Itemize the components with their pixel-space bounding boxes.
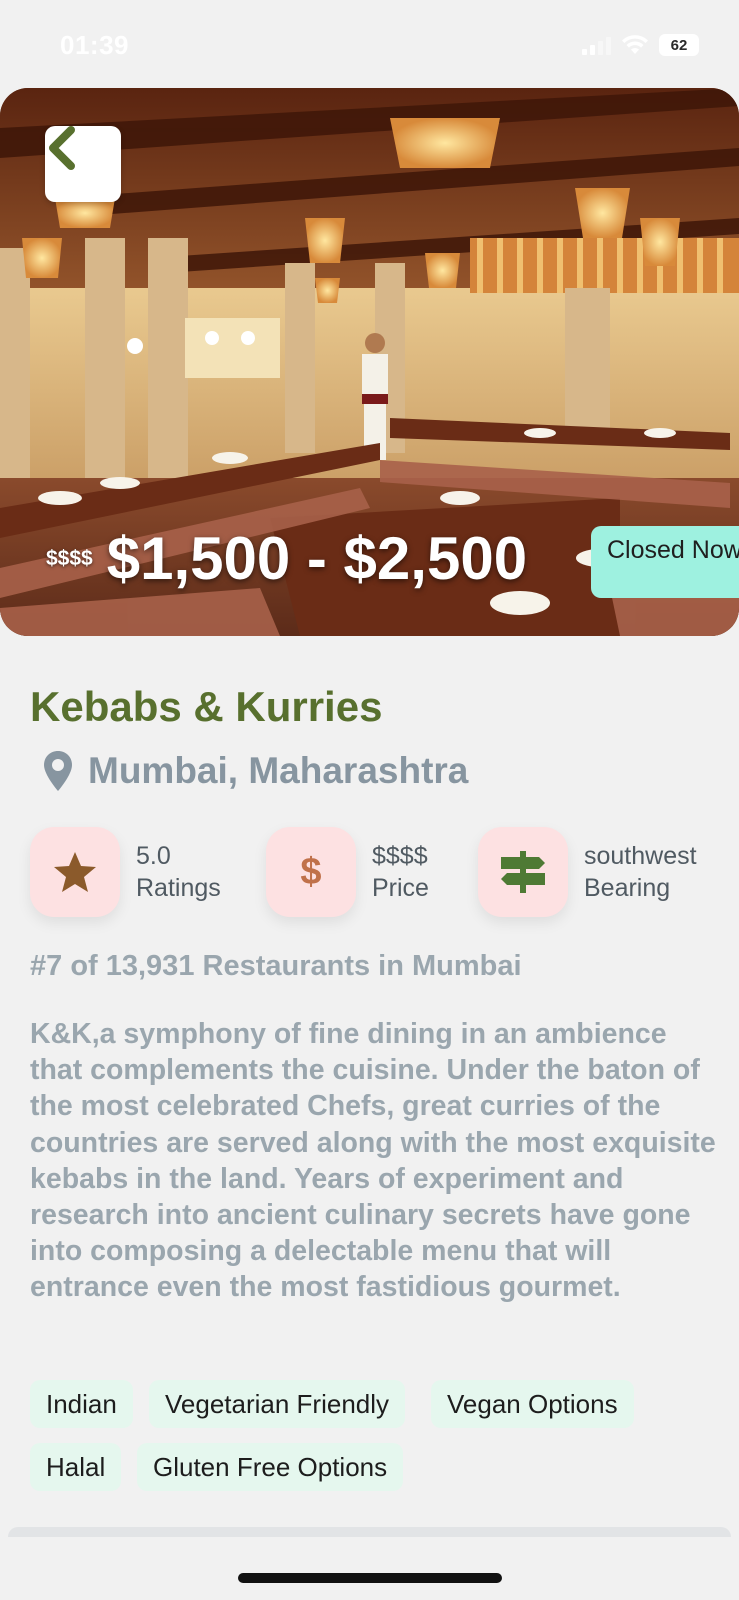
status-time: 01:39 xyxy=(60,30,129,60)
price-value: $$$$ xyxy=(372,842,428,870)
price-label: Price xyxy=(372,874,429,902)
dollar-icon: $ xyxy=(300,850,322,893)
hero-image: $$$$ $1,500 - $2,500 Closed Now xyxy=(0,88,739,636)
tag-chip: Indian xyxy=(30,1380,133,1428)
wifi-icon xyxy=(622,35,648,54)
location-text: Mumbai, Maharashtra xyxy=(88,750,469,791)
map-pin-icon xyxy=(44,751,72,791)
rating-text: 5.0 Ratings xyxy=(136,840,221,904)
back-button[interactable] xyxy=(45,126,121,202)
star-icon xyxy=(54,852,96,892)
price-stat: $ $$$$ Price xyxy=(266,827,429,917)
price-row: $$$$ $1,500 - $2,500 xyxy=(46,524,527,593)
home-indicator[interactable] xyxy=(238,1573,502,1583)
restaurant-description: K&K,a symphony of fine dining in an ambi… xyxy=(30,1018,716,1304)
rating-value: 5.0 xyxy=(136,842,171,870)
bearing-icon-box xyxy=(478,827,568,917)
status-icons: 62 xyxy=(582,34,699,56)
rating-label: Ratings xyxy=(136,874,221,902)
battery-indicator: 62 xyxy=(659,34,699,56)
tag-chip: Vegan Options xyxy=(431,1380,634,1428)
price-range: $1,500 - $2,500 xyxy=(106,525,528,592)
bearing-label: Bearing xyxy=(584,874,671,902)
tag-chip: Halal xyxy=(30,1443,122,1491)
price-text: $$$$ Price xyxy=(372,840,429,904)
tag-chip: Vegetarian Friendly xyxy=(149,1380,406,1428)
stats-row: 5.0 Ratings $ $$$$ Price southwest Beari… xyxy=(30,827,730,923)
bearing-text: southwest Bearing xyxy=(584,840,697,904)
tag-chip: Gluten Free Options xyxy=(137,1443,404,1491)
restaurant-name: Kebabs & Kurries xyxy=(30,683,383,730)
bearing-value: southwest xyxy=(584,842,697,870)
price-icon-box: $ xyxy=(266,827,356,917)
bottom-sheet-edge xyxy=(8,1527,731,1537)
chevron-left-icon xyxy=(49,126,75,170)
open-status-badge: Closed Now xyxy=(591,526,739,598)
restaurant-rank: #7 of 13,931 Restaurants in Mumbai xyxy=(30,950,522,982)
status-bar: 01:39 62 xyxy=(0,0,739,90)
location-row: Mumbai, Maharashtra xyxy=(44,750,468,792)
cellular-signal-icon xyxy=(582,35,611,55)
rating-stat: 5.0 Ratings xyxy=(30,827,221,917)
bearing-stat: southwest Bearing xyxy=(478,827,697,917)
signpost-icon xyxy=(501,851,545,893)
price-level: $$$$ xyxy=(46,546,93,570)
rating-icon-box xyxy=(30,827,120,917)
